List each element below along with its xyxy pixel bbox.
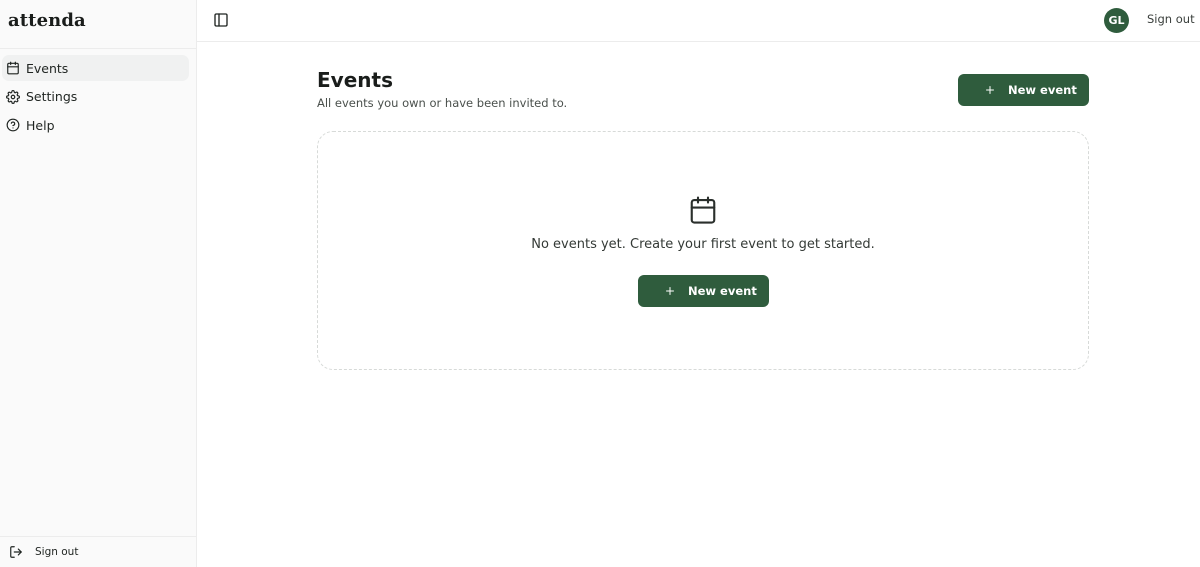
plus-icon (664, 285, 676, 297)
sidebar-toggle-icon[interactable] (213, 12, 229, 28)
page-title: Events (317, 68, 393, 92)
avatar[interactable]: GL (1104, 8, 1129, 33)
brand-header: attenda (0, 0, 196, 49)
new-event-button[interactable]: New event (958, 74, 1089, 106)
app-root: attenda Events Settings Help Sign out GL… (0, 0, 1200, 567)
empty-state-message: No events yet. Create your first event t… (531, 237, 875, 252)
empty-state: No events yet. Create your first event t… (317, 131, 1089, 370)
header-sign-out-link[interactable]: Sign out (1147, 12, 1195, 26)
sign-out-icon (9, 545, 23, 559)
empty-state-button-label: New event (688, 284, 757, 298)
calendar-icon (688, 195, 718, 225)
plus-icon (984, 84, 996, 96)
sidebar-item-label: Settings (26, 89, 78, 104)
calendar-icon (6, 61, 20, 75)
new-event-button-label: New event (1008, 83, 1077, 97)
brand-logo[interactable]: attenda (8, 10, 86, 31)
sidebar-nav: Events Settings Help (0, 49, 196, 138)
sidebar-item-settings[interactable]: Settings (2, 84, 189, 110)
help-circle-icon (6, 118, 20, 132)
sidebar-item-label: Events (26, 60, 69, 76)
sidebar: attenda Events Settings Help Sign out (0, 0, 197, 567)
main-content: Events All events you own or have been i… (197, 43, 1200, 567)
top-bar: GL Sign out (197, 0, 1200, 42)
gear-icon (6, 89, 20, 104)
sidebar-sign-out-label: Sign out (35, 546, 79, 558)
sidebar-item-help[interactable]: Help (2, 112, 189, 138)
sidebar-item-label: Help (26, 117, 55, 133)
page-subtitle: All events you own or have been invited … (317, 96, 568, 110)
empty-state-new-event-button[interactable]: New event (638, 275, 769, 307)
sidebar-sign-out-button[interactable]: Sign out (0, 536, 196, 567)
sidebar-item-events[interactable]: Events (2, 55, 189, 81)
